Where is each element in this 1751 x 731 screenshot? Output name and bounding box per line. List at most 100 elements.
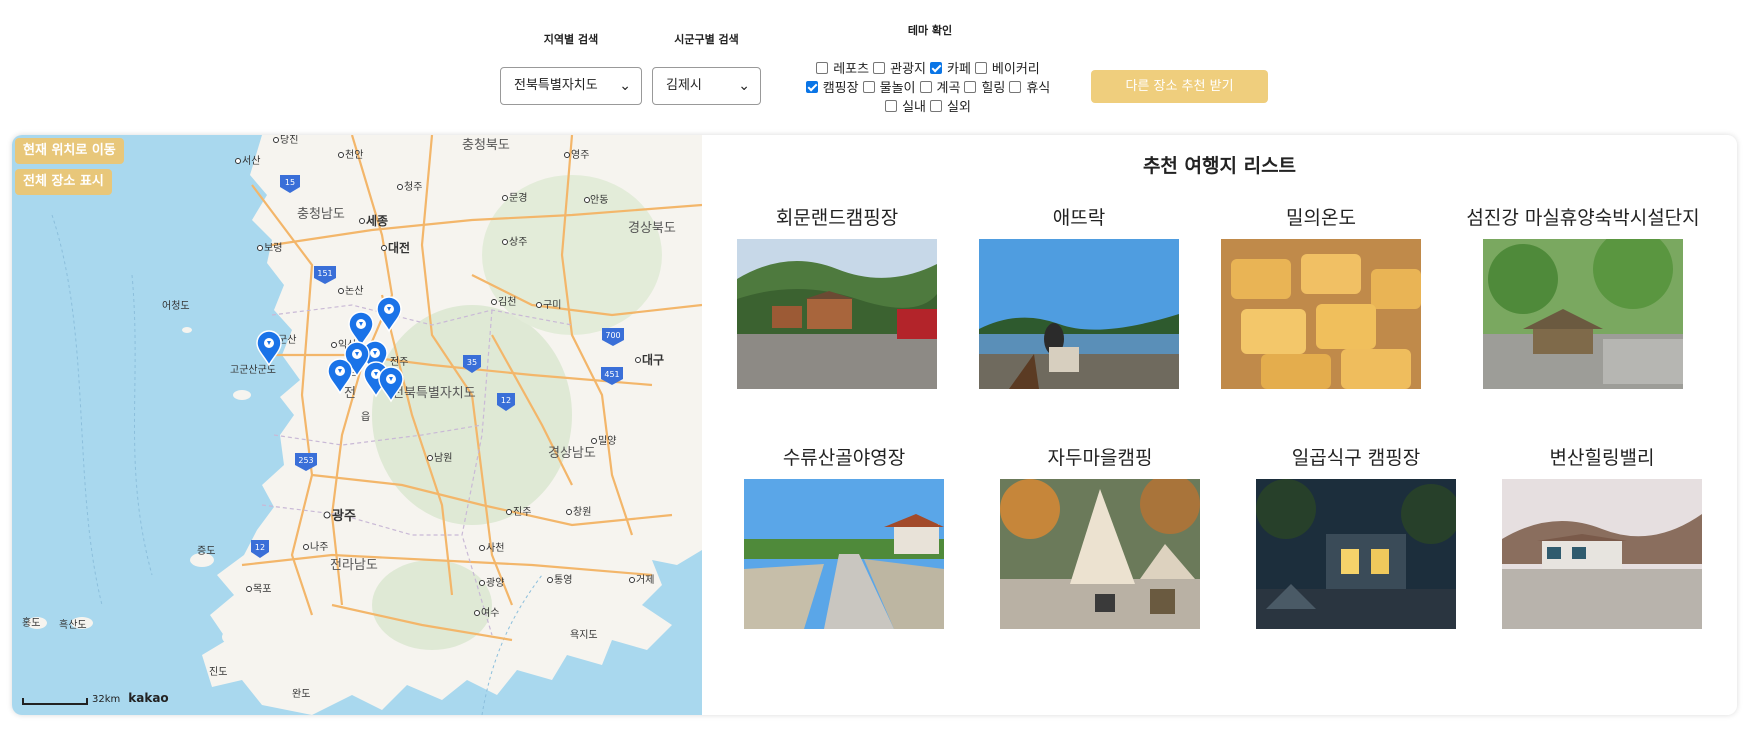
place-name: 일곱식구 캠핑장 — [1291, 447, 1421, 469]
checkbox[interactable] — [1009, 80, 1022, 93]
place-card[interactable]: 섬진강 마실휴양숙박시설단지 — [1443, 205, 1723, 389]
checkbox-checked[interactable] — [930, 61, 942, 74]
map-label: 목포 — [253, 583, 271, 595]
theme-bakery[interactable]: 베이커리 — [974, 58, 1040, 77]
map-label: 영주 — [571, 149, 589, 161]
region-select-value: 전북특별자치도 — [514, 78, 598, 93]
theme-camping[interactable]: 캠핑장 — [805, 77, 859, 96]
place-card[interactable]: 애뜨락 — [959, 205, 1199, 389]
theme-healing[interactable]: 힐링 — [964, 77, 1005, 96]
list-title: 추천 여행지 리스트 — [1142, 155, 1297, 177]
checkbox-checked[interactable] — [805, 80, 818, 93]
map-label: 전북특별자치도 — [392, 386, 476, 401]
checkbox[interactable] — [816, 61, 829, 74]
map-canvas[interactable]: 15 151 700 35 451 12 253 12 당진 서산 천안 충청북… — [12, 135, 702, 715]
theme-label: 카페 — [947, 62, 971, 77]
theme-water-play[interactable]: 물놀이 — [862, 77, 916, 96]
theme-rest[interactable]: 휴식 — [1009, 77, 1050, 96]
place-card[interactable]: 일곱식구 캠핑장 — [1236, 445, 1476, 629]
island — [258, 682, 286, 698]
place-card[interactable]: 변산힐링밸리 — [1482, 445, 1722, 629]
map-label: 대구 — [642, 353, 664, 367]
theme-label: 실외 — [947, 100, 971, 115]
map-label: 밀양 — [598, 435, 616, 447]
region-filter-label: 지역별 검색 — [543, 33, 599, 46]
place-photo[interactable] — [979, 239, 1179, 389]
map-label: 거제 — [636, 574, 654, 586]
place-name: 애뜨락 — [1052, 207, 1106, 229]
place-photo[interactable] — [1256, 479, 1456, 629]
map-label: 읍 — [361, 411, 370, 423]
theme-tourist-spot[interactable]: 관광지 — [873, 58, 926, 77]
map-marker[interactable] — [256, 330, 282, 367]
checkbox[interactable] — [885, 99, 898, 112]
recommend-other-places-button[interactable]: 다른 장소 추천 받기 — [1091, 70, 1268, 103]
city-select[interactable]: 김제시 ⌄ — [652, 67, 761, 105]
forest-area — [372, 305, 572, 525]
recommendation-list: 추천 여행지 리스트 회문랜드캠핑장 애뜨락 밀의온도 섬진강 마실휴양숙박시설… — [702, 135, 1737, 715]
map-label: 청주 — [404, 181, 422, 193]
checkbox[interactable] — [862, 80, 875, 93]
place-photo[interactable] — [1000, 479, 1200, 629]
map-label: 전주 — [390, 356, 408, 368]
island — [540, 628, 564, 642]
theme-label: 레포츠 — [833, 62, 870, 77]
place-card[interactable]: 수류산골야영장 — [724, 445, 964, 629]
show-all-places-button[interactable]: 전체 장소 표시 — [15, 169, 112, 195]
map-label: 통영 — [554, 574, 572, 586]
place-photo[interactable] — [1221, 239, 1421, 389]
theme-label: 관광지 — [890, 62, 926, 77]
theme-valley[interactable]: 계곡 — [919, 77, 960, 96]
theme-outdoor[interactable]: 실외 — [930, 96, 971, 115]
map-label: 상주 — [509, 236, 527, 248]
island — [233, 390, 251, 400]
theme-indoor[interactable]: 실내 — [885, 96, 926, 115]
theme-cafe[interactable]: 카페 — [930, 58, 971, 77]
place-photo[interactable] — [744, 479, 944, 629]
checkbox[interactable] — [930, 99, 942, 112]
scale-bar — [22, 698, 88, 705]
road-shield-12b: 12 — [255, 543, 265, 552]
map-label: 여수 — [481, 607, 499, 619]
place-photo[interactable] — [1502, 479, 1702, 629]
map-label: 안동 — [590, 194, 608, 206]
map-label: 욕지도 — [570, 629, 598, 641]
map-label: 진도 — [209, 666, 227, 678]
map-label: 흑산도 — [59, 618, 87, 631]
place-card[interactable]: 자두마을캠핑 — [980, 445, 1220, 629]
map-label: 서산 — [242, 155, 260, 167]
theme-leports[interactable]: 레포츠 — [816, 58, 869, 77]
region-select[interactable]: 전북특별자치도 ⌄ — [500, 67, 642, 105]
map-label: 증도 — [197, 545, 215, 557]
checkbox[interactable] — [873, 61, 886, 74]
map-label: 창원 — [573, 506, 591, 518]
island — [222, 628, 252, 646]
place-name: 섬진강 마실휴양숙박시설단지 — [1466, 207, 1700, 229]
map-label: 전 — [344, 386, 356, 401]
map-label: 세종 — [366, 213, 388, 228]
checkbox[interactable] — [919, 80, 932, 93]
place-name: 자두마을캠핑 — [1047, 447, 1153, 469]
theme-filter-label: 테마 확인 — [907, 24, 953, 37]
road-shield-35: 35 — [467, 358, 477, 367]
theme-label: 휴식 — [1026, 81, 1051, 96]
current-location-button[interactable]: 현재 위치로 이동 — [15, 138, 124, 164]
map-label: 경상북도 — [628, 221, 676, 236]
map-label: 당진 — [280, 135, 298, 146]
theme-row: 캠핑장 물놀이 계곡 힐링 휴식 — [795, 77, 1065, 96]
chevron-down-icon: ⌄ — [619, 78, 631, 94]
place-card[interactable]: 밀의온도 — [1201, 205, 1441, 389]
place-photo[interactable] — [737, 239, 937, 389]
place-photo[interactable] — [1483, 239, 1683, 389]
place-name: 수류산골야영장 — [782, 447, 906, 469]
map-label: 보령 — [264, 242, 282, 254]
map[interactable]: 15 151 700 35 451 12 253 12 당진 서산 천안 충청북… — [12, 135, 702, 715]
place-card[interactable]: 회문랜드캠핑장 — [717, 205, 957, 389]
chevron-down-icon: ⌄ — [738, 78, 750, 94]
place-name: 회문랜드캠핑장 — [775, 207, 899, 229]
checkbox[interactable] — [964, 80, 977, 93]
map-label: 완도 — [292, 688, 310, 700]
map-label: 광양 — [486, 577, 504, 589]
checkbox[interactable] — [974, 61, 987, 74]
map-label: 대전 — [388, 240, 410, 255]
